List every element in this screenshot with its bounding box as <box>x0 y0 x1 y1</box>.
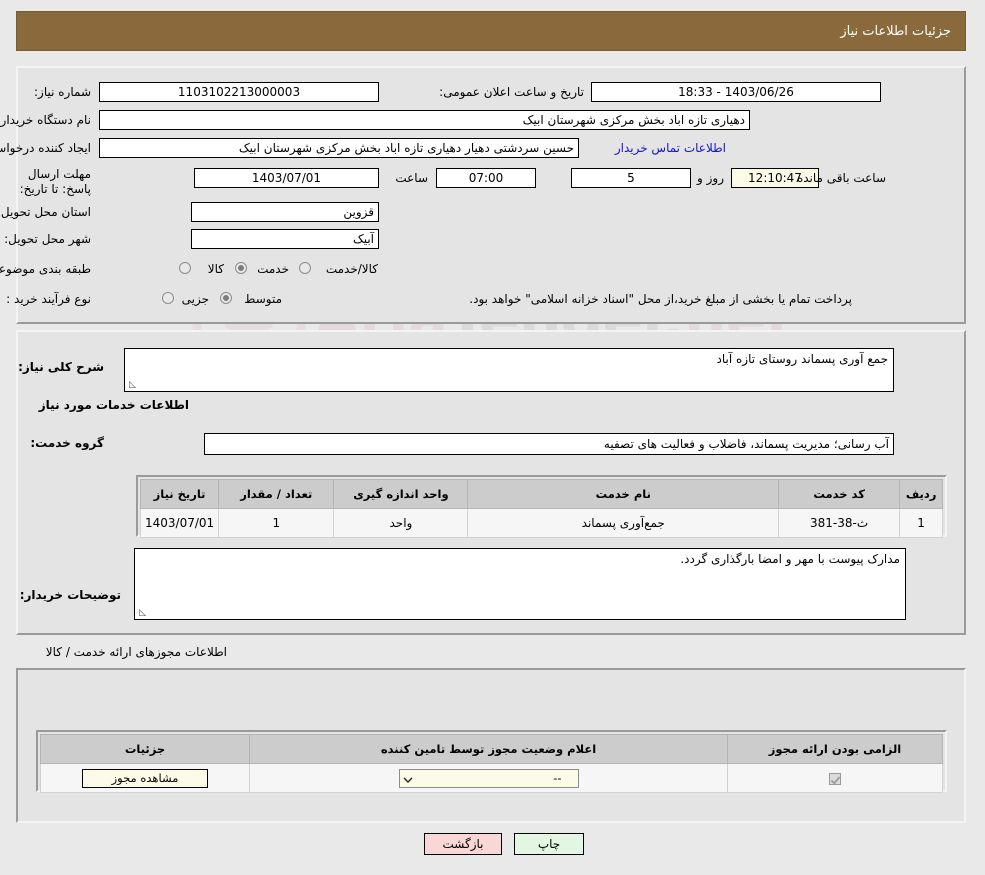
need-info-panel <box>17 66 967 324</box>
services-table-cell: جمع‌آوری پسماند <box>468 508 781 538</box>
summary-textarea[interactable]: جمع آوری پسماند روستای تازه آباد ◺ <box>125 348 895 392</box>
announcement-datetime-field[interactable]: 1403/06/26 - 18:33 <box>592 82 882 102</box>
deadline-label: مهلت ارسال پاسخ: تا تاریخ: <box>20 167 92 196</box>
permits-table-header-cell: جزئیات <box>41 734 251 764</box>
deadline-time-field[interactable]: 07:00 <box>437 168 537 188</box>
radio-category-khedmat-label: خدمت <box>258 262 290 276</box>
radio-process-jozei[interactable] <box>163 292 175 304</box>
buyer-org-field[interactable]: دهیاری تازه اباد بخش مرکزی شهرستان ابیک <box>100 110 751 130</box>
resize-grip-icon[interactable]: ◺ <box>128 381 137 390</box>
permits-heading: اطلاعات مجوزهای ارائه خدمت / کالا <box>46 645 228 659</box>
radio-category-kala[interactable] <box>180 262 192 274</box>
radio-process-motevaset[interactable] <box>221 292 233 304</box>
service-group-label: گروه خدمت: <box>31 436 105 450</box>
delivery-province-label: استان محل تحویل: <box>0 205 92 219</box>
request-creator-label: ایجاد کننده درخواست: <box>0 141 92 155</box>
permits-table-body: -- مشاهده مجوز <box>41 763 944 793</box>
permits-table-header-cell: الزامی بودن ارائه مجوز <box>728 734 944 764</box>
services-table-cell: 1 <box>900 508 944 538</box>
back-button[interactable]: بازگشت <box>425 833 503 855</box>
services-table-header-cell: واحد اندازه گیری <box>334 479 470 509</box>
radio-process-motevaset-label: متوسط <box>245 292 283 306</box>
services-table: ردیف کد خدمت نام خدمت واحد اندازه گیری تعداد… <box>140 479 944 538</box>
remaining-hours-label: ساعت باقی مانده <box>797 171 887 185</box>
services-table-cell: 1 <box>219 508 336 538</box>
table-row: 1 ث-38-381 جمع‌آوری پسماند واحد 1 1403/07/01 <box>140 508 944 538</box>
delivery-city-label: شهر محل تحویل: <box>5 232 92 246</box>
permit-status-cell: -- <box>250 763 729 793</box>
permit-required-cell <box>728 763 944 793</box>
page-title-bar: جزئیات اطلاعات نیاز <box>17 11 967 51</box>
process-note: پرداخت تمام یا بخشی از مبلغ خرید،از محل … <box>470 292 853 306</box>
checkbox-checked-icon <box>830 772 842 785</box>
days-label: روز و <box>698 171 725 185</box>
permit-details-cell: مشاهده مجوز <box>41 763 251 793</box>
radio-category-kala-label: کالا <box>208 262 225 276</box>
resize-grip-icon[interactable]: ◺ <box>138 609 147 618</box>
table-row: -- مشاهده مجوز <box>41 763 944 793</box>
need-number-field[interactable]: 1103102213000003 <box>100 82 380 102</box>
permits-table-header-row: الزامی بودن ارائه مجوز اعلام وضعیت مجوز ت… <box>41 734 944 764</box>
deadline-date-field[interactable]: 1403/07/01 <box>195 168 380 188</box>
subject-category-label: طبقه بندی موضوعی: <box>0 262 92 276</box>
services-table-header-row: ردیف کد خدمت نام خدمت واحد اندازه گیری تعداد… <box>140 479 944 509</box>
permits-table-wrapper: الزامی بودن ارائه مجوز اعلام وضعیت مجوز ت… <box>37 730 948 793</box>
buyer-contact-link[interactable]: اطلاعات تماس خریدار <box>616 141 727 155</box>
need-number-label: شماره نیاز: <box>35 85 92 99</box>
remaining-days-field[interactable]: 5 <box>572 168 692 188</box>
purchase-process-label: نوع فرآیند خرید : <box>7 292 92 306</box>
tender-detail-page: AriaTender.net جزئیات اطلاعات نیاز شماره… <box>0 0 985 875</box>
services-table-header-cell: تعداد / مقدار <box>219 479 336 509</box>
radio-category-khedmat[interactable] <box>236 262 248 274</box>
buyer-notes-label: توضیحات خریدار: <box>20 588 122 602</box>
view-permit-button[interactable]: مشاهده مجوز <box>83 768 209 788</box>
delivery-city-field[interactable]: آبیک <box>192 229 380 249</box>
services-table-cell: واحد <box>334 508 470 538</box>
services-table-header-cell: ردیف <box>900 479 944 509</box>
buyer-notes-textarea[interactable]: مدارک پیوست با مهر و امضا بارگذاری گردد.… <box>135 548 907 620</box>
announcement-label: تاریخ و ساعت اعلان عمومی: <box>440 85 585 99</box>
services-table-cell: ث-38-381 <box>779 508 902 538</box>
services-table-wrapper: ردیف کد خدمت نام خدمت واحد اندازه گیری تعداد… <box>137 475 948 538</box>
services-table-cell: 1403/07/01 <box>140 508 221 538</box>
summary-label: شرح کلی نیاز: <box>19 360 105 374</box>
services-table-body: 1 ث-38-381 جمع‌آوری پسماند واحد 1 1403/07/01 <box>140 508 944 538</box>
print-button[interactable]: چاپ <box>515 833 585 855</box>
chevron-down-icon <box>404 773 414 783</box>
hour-label: ساعت <box>396 171 429 185</box>
services-table-header-cell: نام خدمت <box>468 479 781 509</box>
permits-table: الزامی بودن ارائه مجوز اعلام وضعیت مجوز ت… <box>41 734 944 793</box>
summary-value: جمع آوری پسماند روستای تازه آباد <box>717 352 889 366</box>
buyer-notes-value: مدارک پیوست با مهر و امضا بارگذاری گردد. <box>681 552 901 566</box>
permits-table-header-cell: اعلام وضعیت مجوز توسط تامین کننده <box>250 734 729 764</box>
services-heading: اطلاعات خدمات مورد نیاز <box>39 398 190 412</box>
radio-category-kala-khedmat[interactable] <box>300 262 312 274</box>
services-table-header-cell: تاریخ نیاز <box>140 479 221 509</box>
service-group-field[interactable]: آب رسانی؛ مدیریت پسماند، فاضلاب و فعالیت… <box>205 433 895 455</box>
radio-process-jozei-label: جزیی <box>182 292 210 306</box>
request-creator-field[interactable]: حسین سردشتی دهیار دهیاری تازه اباد بخش م… <box>100 138 580 158</box>
buyer-org-label: نام دستگاه خریدار: <box>0 113 92 127</box>
services-table-header-cell: کد خدمت <box>779 479 902 509</box>
page-title: جزئیات اطلاعات نیاز <box>841 24 952 39</box>
delivery-province-field[interactable]: قزوین <box>192 202 380 222</box>
radio-category-kala-khedmat-label: کالا/خدمت <box>326 262 379 276</box>
permit-status-select[interactable]: -- <box>399 768 580 788</box>
